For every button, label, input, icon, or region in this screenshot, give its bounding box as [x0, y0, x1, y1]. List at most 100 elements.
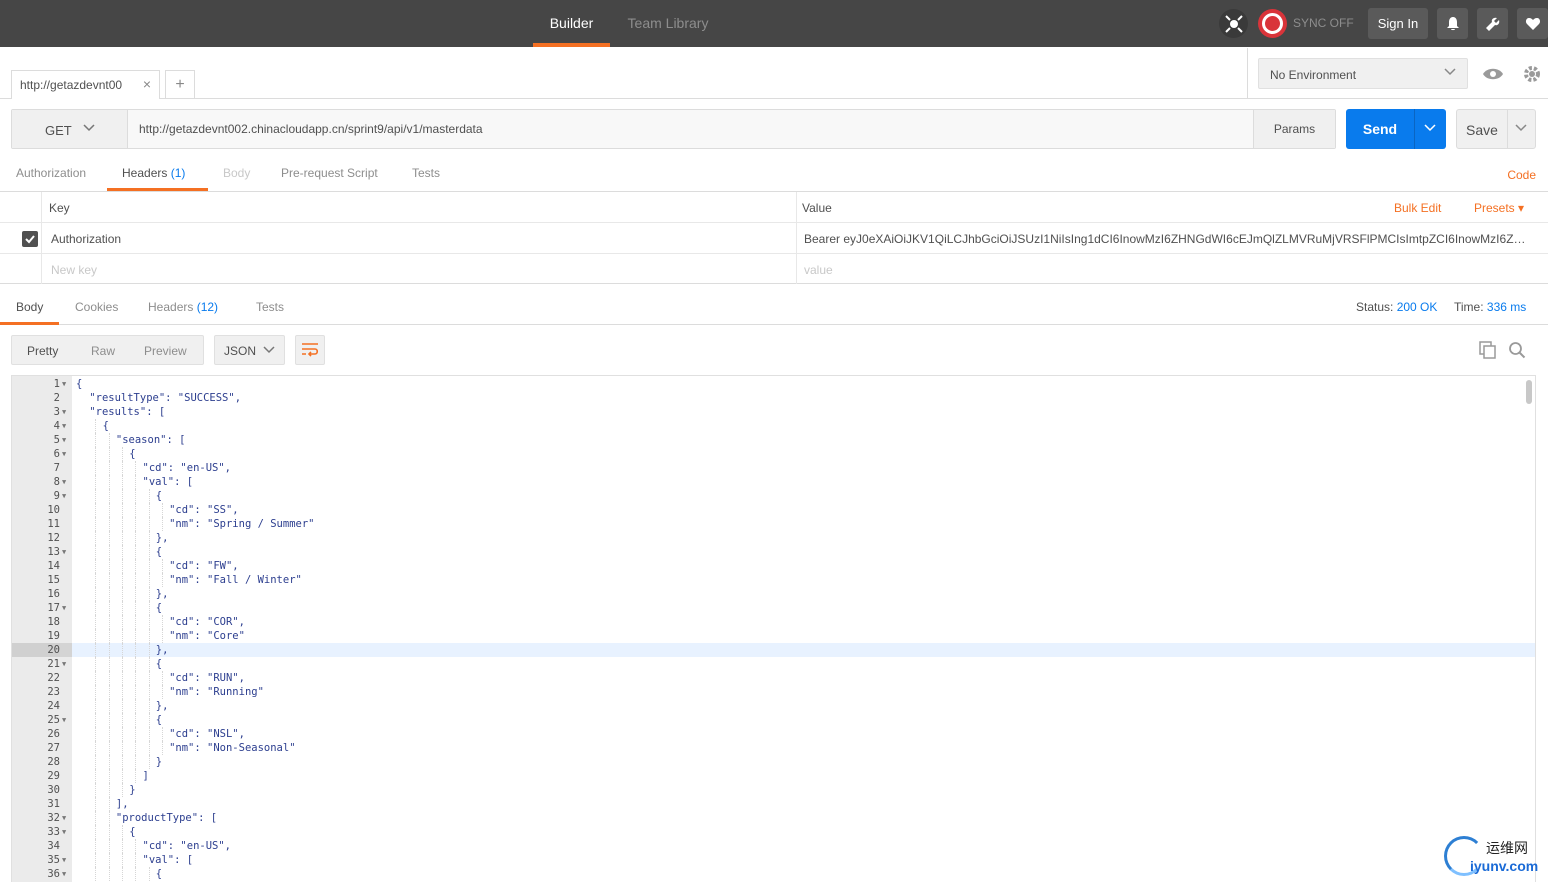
fold-toggle-icon[interactable]: ▼: [62, 811, 70, 825]
line-number: 9: [53, 490, 60, 502]
tab-tests[interactable]: Tests: [412, 166, 440, 180]
fold-toggle-icon[interactable]: ▼: [62, 601, 70, 615]
indent-guide: [135, 727, 137, 741]
eye-icon[interactable]: [1477, 58, 1509, 89]
new-value-input[interactable]: value: [804, 263, 1534, 277]
code-link[interactable]: Code: [1507, 168, 1536, 182]
params-button[interactable]: Params: [1253, 110, 1335, 148]
fold-toggle-icon[interactable]: ▼: [62, 713, 70, 727]
tab-headers[interactable]: Headers (1): [122, 166, 185, 180]
code-line: 29]: [12, 769, 1535, 783]
indent-guide: [95, 629, 97, 643]
fold-toggle-icon[interactable]: ▼: [62, 405, 70, 419]
bell-icon[interactable]: [1437, 8, 1468, 39]
line-number: 28: [47, 756, 60, 768]
fold-toggle-icon[interactable]: ▼: [62, 377, 70, 391]
fold-toggle-icon[interactable]: ▼: [62, 545, 70, 559]
code-line: 20},: [12, 643, 1535, 657]
line-number: 24: [47, 700, 60, 712]
indent-guide: [108, 755, 110, 769]
indent-guide: [108, 783, 110, 797]
fold-toggle-icon[interactable]: ▼: [62, 489, 70, 503]
fold-toggle-icon[interactable]: ▼: [62, 867, 70, 881]
indent-guide: [95, 839, 97, 853]
code-text: "val": [: [142, 476, 194, 488]
code-text: "resultType": "SUCCESS",: [89, 392, 242, 404]
request-tab[interactable]: http://getazdevnt00 ×: [11, 70, 160, 99]
fold-toggle-icon[interactable]: ▼: [62, 825, 70, 839]
interceptor-icon[interactable]: [1219, 9, 1248, 38]
tab-authorization[interactable]: Authorization: [16, 166, 86, 180]
indent-guide: [135, 559, 137, 573]
tab-response-headers[interactable]: Headers (12): [148, 300, 218, 314]
search-icon[interactable]: [1506, 339, 1528, 361]
indent-guide: [148, 531, 150, 545]
gear-icon[interactable]: [1516, 58, 1548, 89]
new-key-input[interactable]: New key: [51, 263, 97, 277]
heart-icon[interactable]: [1517, 8, 1548, 39]
tab-body[interactable]: Body: [223, 166, 250, 180]
presets-dropdown[interactable]: Presets ▾: [1474, 201, 1524, 215]
send-button[interactable]: Send: [1346, 109, 1446, 149]
tab-response-body[interactable]: Body: [16, 300, 43, 314]
wrench-icon[interactable]: [1477, 8, 1508, 39]
code-line: 27 "nm": "Non-Seasonal": [12, 741, 1535, 755]
close-icon[interactable]: ×: [143, 76, 151, 92]
tab-pre-request-script[interactable]: Pre-request Script: [281, 166, 378, 180]
indent-guide: [148, 685, 150, 699]
divider: [796, 254, 797, 284]
line-number: 18: [47, 616, 60, 628]
indent-guide: [148, 671, 150, 685]
url-input[interactable]: http://getazdevnt002.chinacloudapp.cn/sp…: [128, 110, 1254, 148]
code-text: "cd": "en-US",: [142, 840, 232, 852]
fold-toggle-icon[interactable]: ▼: [62, 433, 70, 447]
line-number: 8: [53, 476, 60, 488]
indent-guide: [121, 517, 123, 531]
code-text: {: [102, 420, 109, 432]
indent-guide: [135, 517, 137, 531]
tab-cookies[interactable]: Cookies: [75, 300, 118, 314]
method-select[interactable]: GET: [12, 110, 128, 148]
indent-guide: [108, 839, 110, 853]
tab-builder[interactable]: Builder: [533, 0, 610, 47]
response-body-editor[interactable]: 1 ▼{2 "resultType": "SUCCESS", 3 ▼ "results":…: [11, 375, 1536, 882]
indent-guide: [121, 671, 123, 685]
copy-icon[interactable]: [1477, 339, 1499, 361]
tab-response-tests[interactable]: Tests: [256, 300, 284, 314]
sync-icon[interactable]: [1258, 9, 1287, 38]
presets-label: Presets: [1474, 201, 1515, 215]
indent-guide: [95, 573, 97, 587]
editor-scrollbar[interactable]: [1526, 380, 1532, 404]
fold-toggle-icon[interactable]: ▼: [62, 657, 70, 671]
fold-toggle-icon[interactable]: ▼: [62, 475, 70, 489]
fold-toggle-icon[interactable]: ▼: [62, 853, 70, 867]
watermark-cn: 运维网: [1486, 841, 1528, 857]
wrap-lines-icon[interactable]: [295, 335, 325, 365]
chevron-down-icon[interactable]: [1514, 121, 1528, 138]
fold-toggle-icon[interactable]: ▼: [62, 447, 70, 461]
code-text: },: [155, 532, 169, 544]
raw-button[interactable]: Raw: [91, 344, 115, 358]
code-line: 23 "nm": "Running": [12, 685, 1535, 699]
code-line: 10 "cd": "SS",: [12, 503, 1535, 517]
indent-guide: [108, 657, 110, 671]
header-enabled-checkbox[interactable]: [22, 231, 38, 247]
header-key-input[interactable]: Authorization: [51, 232, 121, 246]
environment-select[interactable]: No Environment: [1258, 58, 1468, 89]
indent-guide: [161, 727, 163, 741]
indent-guide: [121, 783, 123, 797]
add-tab-button[interactable]: +: [165, 70, 195, 99]
fold-toggle-icon[interactable]: ▼: [62, 419, 70, 433]
save-button[interactable]: Save: [1456, 109, 1536, 149]
format-select[interactable]: JSON: [214, 335, 285, 365]
preview-button[interactable]: Preview: [144, 344, 187, 358]
pretty-button[interactable]: Pretty: [27, 344, 58, 358]
code-text: {: [76, 378, 83, 390]
tab-team-library[interactable]: Team Library: [616, 0, 720, 47]
indent-guide: [108, 629, 110, 643]
chevron-down-icon[interactable]: [1423, 121, 1437, 138]
header-value-input[interactable]: Bearer eyJ0eXAiOiJKV1QiLCJhbGciOiJSUzI1N…: [804, 232, 1534, 246]
sign-in-button[interactable]: Sign In: [1368, 8, 1428, 39]
indent-guide: [135, 489, 137, 503]
bulk-edit-link[interactable]: Bulk Edit: [1394, 201, 1441, 215]
